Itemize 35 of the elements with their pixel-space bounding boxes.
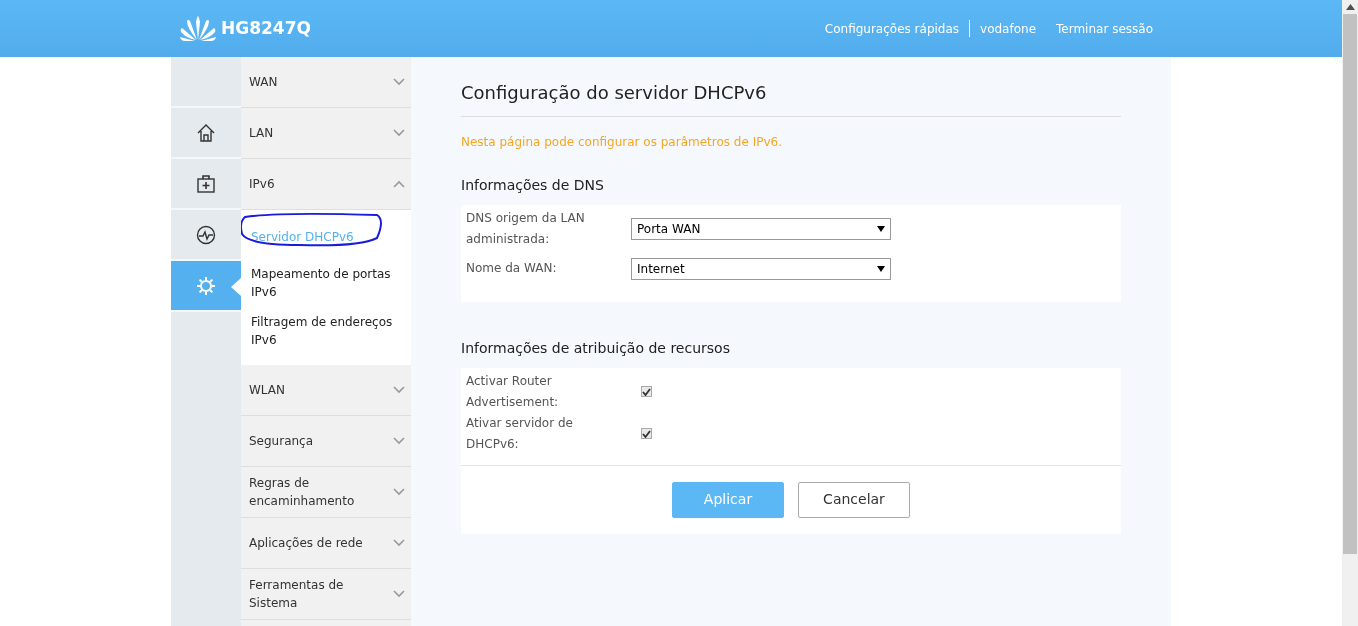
chevron-up-icon	[393, 180, 405, 188]
chevron-down-icon	[393, 129, 405, 137]
section-heading: Informações de atribuição de recursos	[461, 338, 731, 358]
field-label: DNS origem da LAN administrada:	[466, 209, 586, 248]
logo-icon	[179, 15, 217, 42]
scroll-up-icon[interactable]	[1345, 4, 1355, 10]
field-label: Activar Router Advertisement:	[466, 372, 560, 411]
field-label: Ativar servidor de DHCPv6:	[466, 414, 574, 453]
dropdown-arrow-icon	[877, 225, 885, 232]
dropdown-arrow-icon	[877, 265, 885, 272]
scrollbar[interactable]	[1342, 0, 1358, 626]
field-label: Nome da WAN:	[466, 260, 558, 278]
pulse-icon	[196, 224, 216, 245]
first-aid-kit-icon	[196, 173, 216, 194]
settings-icon	[196, 275, 216, 296]
logo-text: HG8247Q	[221, 16, 311, 40]
chevron-down-icon	[393, 488, 405, 496]
chevron-down-icon	[393, 386, 405, 394]
checkbox[interactable]	[641, 386, 652, 398]
checkmark-icon	[642, 429, 651, 438]
checkmark-icon	[642, 387, 651, 396]
section-heading: Informações de DNS	[461, 175, 605, 195]
chevron-down-icon	[393, 437, 405, 445]
info-text: Nesta página pode configurar os parâmetros de IPv6.	[461, 133, 783, 151]
checkbox[interactable]	[641, 428, 652, 440]
chevron-down-icon	[393, 78, 405, 86]
cancel-button[interactable]: Cancelar	[798, 481, 910, 518]
chevron-down-icon	[393, 590, 405, 598]
page-title: Configuração do servidor DHCPv6	[461, 79, 1121, 117]
submenu-item[interactable]: Mapeamento de portas IPv6	[241, 259, 411, 307]
home-icon	[196, 122, 216, 143]
dropdown[interactable]: Porta WAN	[631, 217, 891, 240]
chevron-down-icon	[393, 539, 405, 547]
dropdown[interactable]: Internet	[631, 257, 891, 280]
submenu-item[interactable]: Filtragem de endereços IPv6	[241, 307, 411, 355]
